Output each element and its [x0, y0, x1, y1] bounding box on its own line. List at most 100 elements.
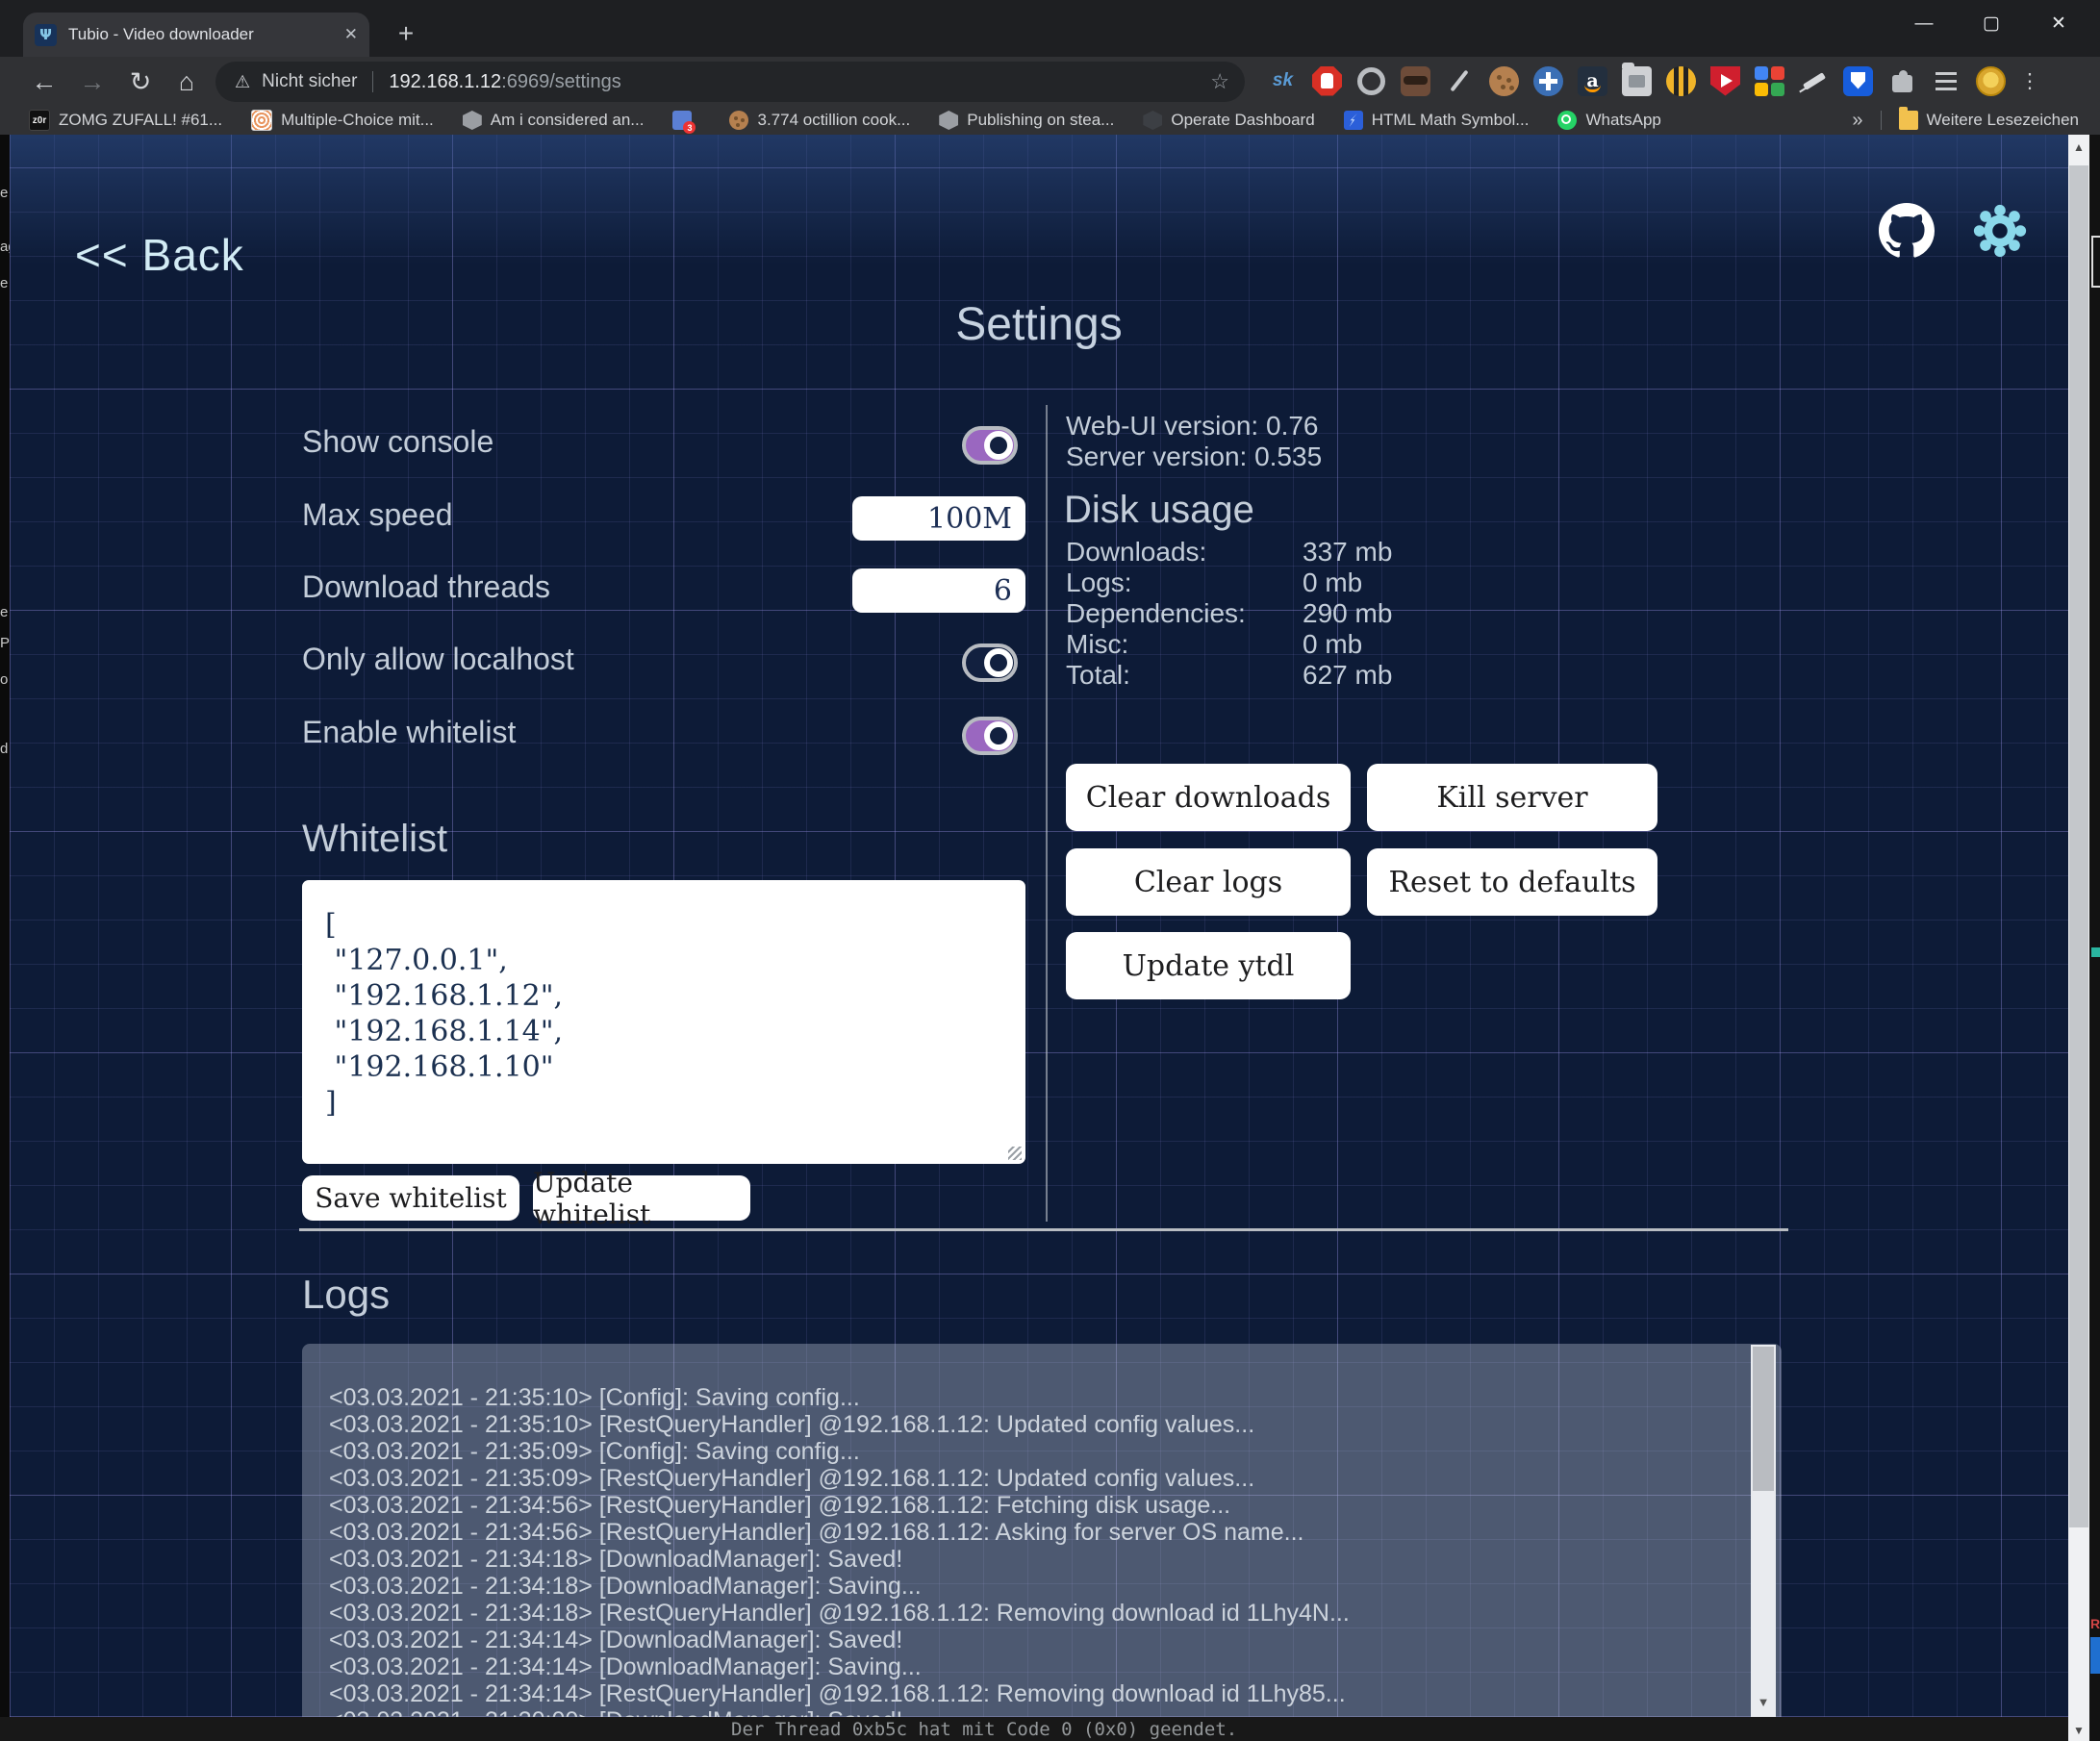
red-shield-play-icon[interactable]: [1710, 66, 1740, 96]
settings-gear-icon[interactable]: [1970, 201, 2030, 261]
bookmarks-bar: z0r ZOMG ZUFALL! #61... Multiple-Choice …: [0, 106, 2100, 135]
browser-tab[interactable]: Ψ Tubio - Video downloader ✕: [23, 13, 369, 57]
download-threads-input[interactable]: [852, 568, 1025, 613]
page-scrollbar-thumb[interactable]: [2069, 165, 2088, 1527]
spiral-favicon-icon: [251, 110, 272, 131]
syringe-icon[interactable]: [1799, 66, 1829, 96]
puzzle-extension-icon[interactable]: [1887, 66, 1917, 96]
enable-whitelist-toggle[interactable]: [962, 717, 1018, 755]
sk-extension-icon[interactable]: sk: [1268, 66, 1298, 96]
window-fragment: [2090, 1637, 2100, 1674]
enable-whitelist-label: Enable whitelist: [302, 715, 516, 750]
bee-icon[interactable]: [1666, 66, 1696, 96]
reset-defaults-button[interactable]: Reset to defaults: [1367, 848, 1657, 916]
cookie-icon[interactable]: [1489, 66, 1519, 96]
stop-hand-adblocker-icon[interactable]: [1312, 66, 1342, 96]
math-favicon-icon: [1344, 111, 1363, 130]
bookmark-label: Multiple-Choice mit...: [281, 111, 434, 130]
background-console-window: Der Thread 0xb5c hat mit Code 0 (0x0) ge…: [0, 1717, 2068, 1741]
logs-scroll-down-icon[interactable]: ▼: [1751, 1695, 1776, 1709]
page-scroll-up-icon[interactable]: ▲: [2068, 140, 2089, 154]
log-line: <03.03.2021 - 21:34:56> [RestQueryHandle…: [329, 1492, 1743, 1519]
server-version: Server version: 0.535: [1066, 442, 1322, 472]
bookmark-item[interactable]: Am i considered an...: [463, 111, 645, 130]
bookmark-item[interactable]: Publishing on stea...: [939, 111, 1114, 130]
forward-nav-icon[interactable]: →: [73, 63, 112, 100]
bookmark-item[interactable]: 3: [672, 111, 700, 130]
log-line: <03.03.2021 - 21:35:10> [RestQueryHandle…: [329, 1411, 1743, 1438]
tab-close-icon[interactable]: ✕: [344, 25, 358, 44]
window-close-button[interactable]: ✕: [2032, 8, 2086, 40]
browser-menu-icon[interactable]: ⋮: [2020, 66, 2039, 96]
url-path: :6969/settings: [501, 71, 1210, 93]
blue-cross-icon[interactable]: [1533, 66, 1563, 96]
url-host: 192.168.1.12: [389, 71, 501, 93]
cookie-favicon-icon: [729, 111, 748, 130]
pen-icon[interactable]: [1445, 66, 1475, 96]
github-icon[interactable]: [1879, 203, 1935, 259]
logs-scrollbar-thumb[interactable]: [1753, 1347, 1774, 1491]
privacy-mask-icon[interactable]: [1401, 66, 1430, 96]
bookmark-item[interactable]: WhatsApp: [1557, 111, 1660, 130]
window-fragment: [2091, 236, 2100, 288]
playlist-icon[interactable]: [1932, 66, 1961, 96]
download-folder-icon[interactable]: [1622, 66, 1652, 96]
window-titlebar: Ψ Tubio - Video downloader ✕ + — ▢ ✕: [0, 0, 2100, 57]
disk-row-value: 337 mb: [1303, 537, 1392, 568]
bitwarden-shield-icon[interactable]: [1843, 66, 1873, 96]
window-maximize-button[interactable]: ▢: [1964, 8, 2018, 40]
clear-logs-button[interactable]: Clear logs: [1066, 848, 1351, 916]
update-ytdl-button[interactable]: Update ytdl: [1066, 932, 1351, 999]
download-threads-label: Download threads: [302, 569, 550, 605]
reload-icon[interactable]: ↻: [121, 63, 160, 100]
bookmark-item[interactable]: Operate Dashboard: [1143, 111, 1314, 130]
log-line: <03.03.2021 - 21:34:14> [DownloadManager…: [329, 1653, 1743, 1680]
bookmark-label: Am i considered an...: [491, 111, 645, 130]
only-localhost-label: Only allow localhost: [302, 642, 574, 677]
window-minimize-button[interactable]: —: [1897, 8, 1951, 40]
save-whitelist-button[interactable]: Save whitelist: [302, 1175, 519, 1221]
address-bar[interactable]: ⚠ Nicht sicher 192.168.1.12 :6969/settin…: [215, 62, 1245, 102]
show-console-label: Show console: [302, 424, 493, 460]
show-console-toggle[interactable]: [962, 426, 1018, 465]
update-whitelist-button[interactable]: Update whitelist: [533, 1175, 750, 1221]
bookmark-item[interactable]: 3.774 octillion cook...: [729, 111, 910, 130]
new-tab-button[interactable]: +: [389, 17, 423, 52]
kill-server-button[interactable]: Kill server: [1367, 764, 1657, 831]
screen: Ψ Tubio - Video downloader ✕ + — ▢ ✕ ← →…: [0, 0, 2100, 1741]
other-bookmarks-folder[interactable]: Weitere Lesezeichen: [1899, 111, 2079, 130]
bookmark-star-icon[interactable]: ☆: [1210, 69, 1229, 94]
home-icon[interactable]: ⌂: [167, 63, 206, 100]
other-bookmarks-label: Weitere Lesezeichen: [1927, 111, 2079, 130]
back-link[interactable]: << Back: [75, 229, 244, 281]
amazon-icon[interactable]: a: [1578, 66, 1607, 96]
bookmark-label: Publishing on stea...: [967, 111, 1114, 130]
not-secure-warning-icon[interactable]: ⚠: [235, 72, 250, 92]
console-output-text: Der Thread 0xb5c hat mit Code 0 (0x0) ge…: [731, 1719, 1237, 1740]
google-icon[interactable]: [1755, 66, 1784, 96]
gray-ring-icon[interactable]: [1357, 67, 1385, 95]
bookmark-item[interactable]: Multiple-Choice mit...: [251, 110, 434, 131]
bookmark-item[interactable]: z0r ZOMG ZUFALL! #61...: [29, 110, 222, 131]
gold-coins-avatar-icon[interactable]: [1976, 66, 2006, 96]
bookmarks-overflow-icon[interactable]: »: [1852, 110, 1862, 132]
back-nav-icon[interactable]: ←: [25, 63, 63, 100]
page-scroll-down-icon[interactable]: ▼: [2068, 1724, 2089, 1737]
disk-row-label: Dependencies:: [1066, 598, 1246, 629]
whitelist-textarea[interactable]: [ "127.0.0.1", "192.168.1.12", "192.168.…: [302, 880, 1025, 1164]
page-title: Settings: [10, 298, 2068, 351]
clear-downloads-button[interactable]: Clear downloads: [1066, 764, 1351, 831]
logs-panel[interactable]: <03.03.2021 - 21:35:10> [Config]: Saving…: [302, 1344, 1782, 1717]
bookmark-item[interactable]: HTML Math Symbol...: [1344, 111, 1530, 130]
address-divider: [372, 71, 373, 92]
only-localhost-toggle[interactable]: [962, 643, 1018, 682]
cube-favicon-icon: [463, 111, 482, 130]
bookmark-label: WhatsApp: [1585, 111, 1660, 130]
log-line: <03.03.2021 - 21:34:18> [DownloadManager…: [329, 1573, 1743, 1600]
whitelist-heading: Whitelist: [302, 818, 447, 861]
column-divider: [1046, 405, 1048, 1222]
textarea-resize-handle[interactable]: [1008, 1147, 1022, 1160]
log-line: <03.03.2021 - 21:34:18> [RestQueryHandle…: [329, 1600, 1743, 1627]
max-speed-input[interactable]: [852, 496, 1025, 541]
logs-heading: Logs: [302, 1272, 390, 1318]
